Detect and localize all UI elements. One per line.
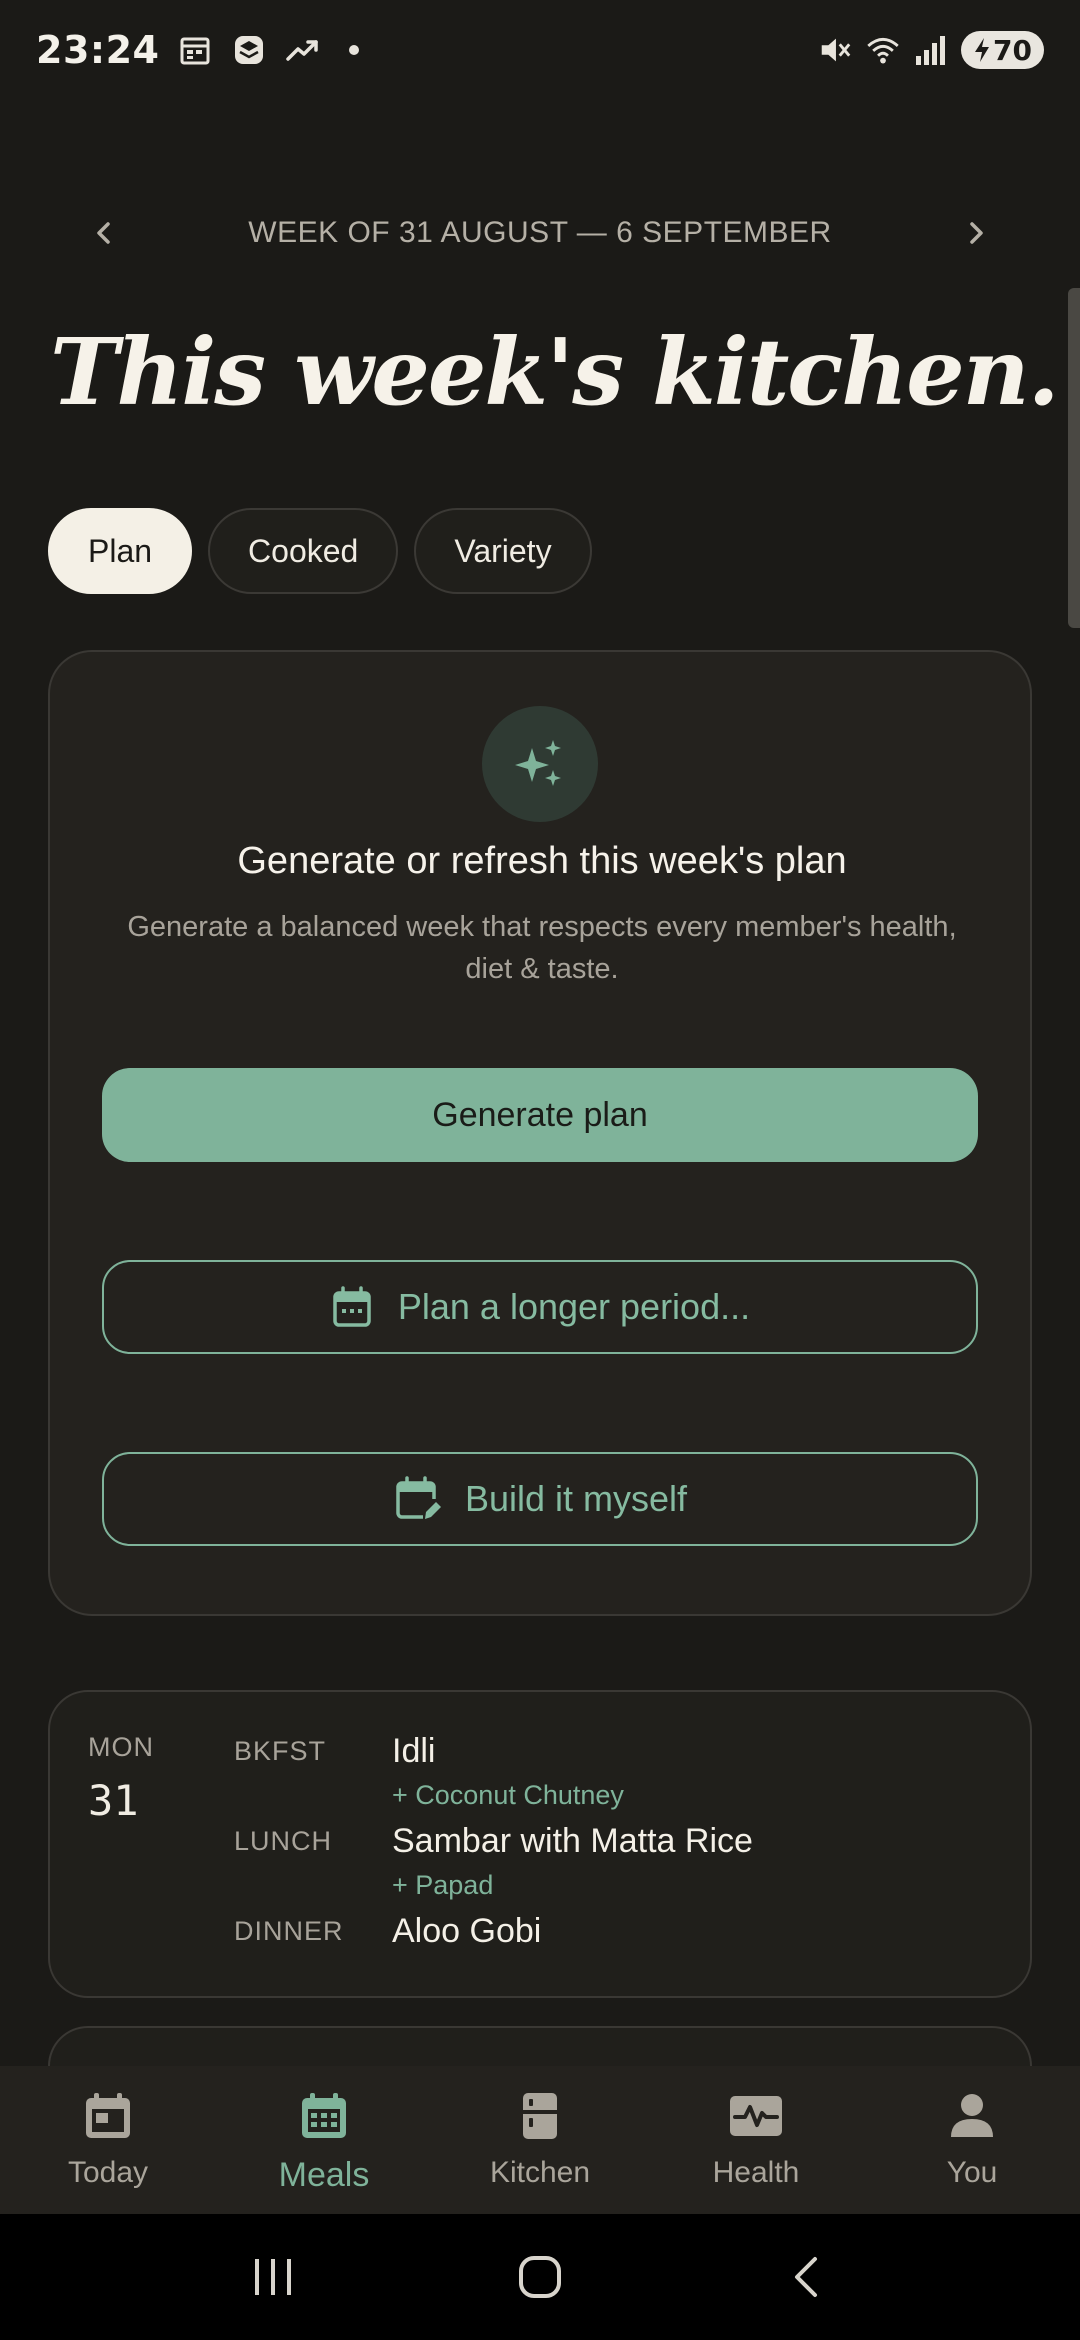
meal-label-breakfast: BKFST <box>234 1736 327 1766</box>
recent-apps-icon <box>255 2259 292 2295</box>
generate-card-title: Generate or refresh this week's plan <box>237 840 847 882</box>
sparkle-icon <box>482 706 598 822</box>
calendar-icon <box>333 1286 371 1327</box>
tab-bar: Plan Cooked Variety <box>48 508 592 594</box>
meal-side-lunch: + Papad <box>392 1870 494 1900</box>
build-it-myself-button[interactable]: Build it myself <box>102 1452 978 1546</box>
home-button[interactable] <box>500 2237 580 2317</box>
system-navigation-bar <box>0 2214 1080 2340</box>
calendar-icon <box>177 32 213 68</box>
fridge-icon <box>510 2086 570 2146</box>
signal-icon <box>913 32 949 68</box>
nav-label-you: You <box>946 2156 998 2189</box>
trending-icon <box>285 32 321 68</box>
home-icon <box>518 2256 561 2298</box>
page-title: This week's kitchen. <box>50 318 1060 426</box>
week-label: WEEK OF 31 AUGUST — 6 SEPTEMBER <box>248 216 832 249</box>
stack-icon <box>231 32 267 68</box>
recent-apps-button[interactable] <box>233 2237 313 2317</box>
generate-plan-button[interactable]: Generate plan <box>102 1068 978 1162</box>
plan-longer-period-button[interactable]: Plan a longer period... <box>102 1260 978 1354</box>
meal-name-lunch[interactable]: Sambar with Matta Rice <box>392 1822 753 1861</box>
pulse-icon <box>726 2086 786 2146</box>
generate-plan-card: Generate or refresh this week's plan Gen… <box>48 650 1032 1616</box>
back-icon <box>794 2257 817 2297</box>
day-number: 31 <box>88 1776 139 1825</box>
chevron-left-icon <box>97 222 110 244</box>
mute-icon <box>817 32 853 68</box>
wifi-icon <box>865 32 901 68</box>
week-navigation: WEEK OF 31 AUGUST — 6 SEPTEMBER <box>80 205 1000 261</box>
calendar-edit-icon <box>396 1476 441 1519</box>
calendar-grid-icon <box>294 2086 354 2146</box>
nav-item-meals[interactable]: Meals <box>216 2066 432 2214</box>
nav-label-meals: Meals <box>278 2156 370 2194</box>
next-week-button[interactable] <box>952 209 1000 257</box>
status-right: 70 <box>817 31 1044 69</box>
day-of-week: MON <box>88 1732 154 1762</box>
person-icon <box>942 2086 1002 2146</box>
tab-cooked[interactable]: Cooked <box>208 508 399 594</box>
status-time: 23:24 <box>36 28 160 72</box>
nav-item-health[interactable]: Health <box>648 2066 864 2214</box>
scrollbar[interactable] <box>1068 288 1080 628</box>
meal-name-dinner[interactable]: Aloo Gobi <box>392 1912 541 1951</box>
nav-label-health: Health <box>712 2156 800 2189</box>
battery-level: 70 <box>993 33 1032 67</box>
bottom-navigation: Today Meals Kitchen Health You <box>0 2066 1080 2214</box>
nav-label-kitchen: Kitchen <box>489 2156 591 2189</box>
meal-label-lunch: LUNCH <box>234 1826 333 1856</box>
meal-name-breakfast[interactable]: Idli <box>392 1732 435 1771</box>
tab-plan[interactable]: Plan <box>48 508 193 594</box>
nav-item-today[interactable]: Today <box>0 2066 216 2214</box>
meal-label-dinner: DINNER <box>234 1916 344 1946</box>
nav-item-kitchen[interactable]: Kitchen <box>432 2066 648 2214</box>
day-card-monday[interactable]: MON 31 BKFST Idli + Coconut Chutney LUNC… <box>48 1690 1032 1998</box>
back-button[interactable] <box>767 2237 847 2317</box>
status-bar: 23:24 70 <box>0 0 1080 100</box>
generate-card-subtitle: Generate a balanced week that respects e… <box>127 911 957 985</box>
battery-icon: 70 <box>961 31 1044 69</box>
calendar-day-icon <box>78 2086 138 2146</box>
nav-label-today: Today <box>67 2156 149 2189</box>
build-it-myself-label: Build it myself <box>464 1478 688 1519</box>
tab-variety[interactable]: Variety <box>414 508 592 594</box>
meal-side-breakfast: + Coconut Chutney <box>392 1780 624 1810</box>
nav-item-you[interactable]: You <box>864 2066 1080 2214</box>
notification-dot <box>349 45 360 55</box>
status-left: 23:24 <box>36 28 360 72</box>
previous-week-button[interactable] <box>80 209 128 257</box>
plan-longer-period-label: Plan a longer period... <box>397 1286 751 1327</box>
chevron-right-icon <box>970 222 983 244</box>
